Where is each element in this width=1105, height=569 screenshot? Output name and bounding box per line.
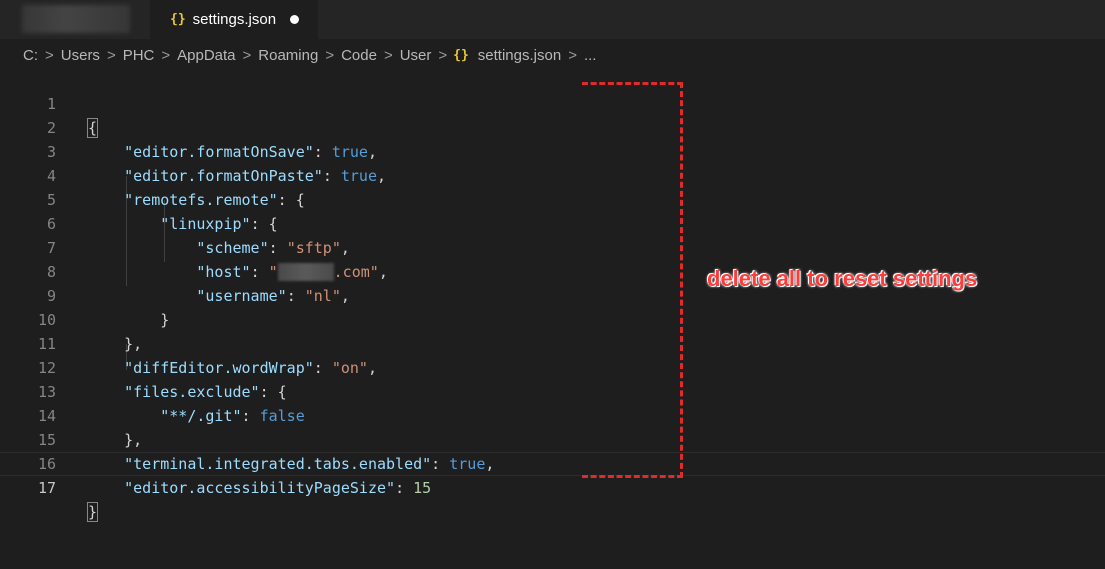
chevron-right-icon: > (106, 46, 116, 64)
tab-settings-json[interactable]: {} settings.json (150, 0, 318, 39)
code-line[interactable]: 1 { (0, 68, 1105, 138)
code-line[interactable]: 2 "editor.formatOnSave": true, (0, 92, 1105, 161)
code-content: "editor.accessibilityPageSize": 15 (124, 479, 432, 497)
code-line[interactable]: 8 "username": "nl", (0, 236, 1105, 305)
breadcrumb-item[interactable]: Roaming (257, 47, 319, 64)
breadcrumb-file[interactable]: settings.json (477, 47, 562, 64)
code-line[interactable]: 12 "files.exclude": { (0, 332, 1105, 401)
code-line[interactable]: 16 "editor.accessibilityPageSize": 15 (0, 428, 1105, 497)
code-line[interactable]: 15 "terminal.integrated.tabs.enabled": t… (0, 404, 1105, 473)
unsaved-dot-icon[interactable] (290, 15, 300, 24)
line-number: 17 (37, 479, 56, 497)
json-braces-icon: {} (453, 47, 469, 63)
chevron-right-icon: > (325, 46, 335, 64)
chevron-right-icon: > (438, 46, 448, 64)
breadcrumb: C: > Users > PHC > AppData > Roaming > C… (22, 40, 597, 70)
code-editor[interactable]: 1 { 2 "editor.formatOnSave": true, 3 "ed… (0, 68, 1105, 569)
code-line[interactable]: 7 "host": " .com", (0, 212, 1105, 281)
breadcrumb-item[interactable]: C: (22, 47, 39, 64)
chevron-right-icon: > (242, 46, 252, 64)
code-line[interactable]: 11 "diffEditor.wordWrap": "on", (0, 308, 1105, 377)
code-line[interactable]: 6 "scheme": "sftp", (0, 188, 1105, 257)
chevron-right-icon: > (568, 46, 577, 64)
chevron-right-icon: > (383, 46, 393, 64)
tab-label: settings.json (192, 11, 277, 28)
breadcrumb-item[interactable]: PHC (122, 47, 156, 64)
code-line[interactable]: 14 }, (0, 380, 1105, 449)
annotation-bracket (582, 82, 683, 478)
tab-bar: {} settings.json (0, 0, 1105, 39)
breadcrumb-item[interactable]: User (399, 47, 433, 64)
blurred-tab[interactable] (22, 5, 130, 33)
code-line[interactable]: 4 "remotefs.remote": { (0, 140, 1105, 209)
chevron-right-icon: > (45, 46, 54, 64)
breadcrumb-item[interactable]: Code (340, 47, 378, 64)
chevron-right-icon: > (161, 46, 171, 64)
code-content: } (86, 502, 99, 522)
annotation-text: delete all to reset settings (707, 266, 978, 291)
breadcrumb-more[interactable]: ... (583, 47, 598, 64)
code-line[interactable]: 13 "**/.git": false (0, 356, 1105, 425)
code-line-current[interactable]: 17 } (0, 452, 1105, 522)
breadcrumb-item[interactable]: AppData (176, 47, 236, 64)
code-line[interactable]: 3 "editor.formatOnPaste": true, (0, 116, 1105, 185)
json-braces-icon: {} (170, 12, 186, 27)
breadcrumb-item[interactable]: Users (60, 47, 101, 64)
code-line[interactable]: 5 "linuxpip": { (0, 164, 1105, 233)
